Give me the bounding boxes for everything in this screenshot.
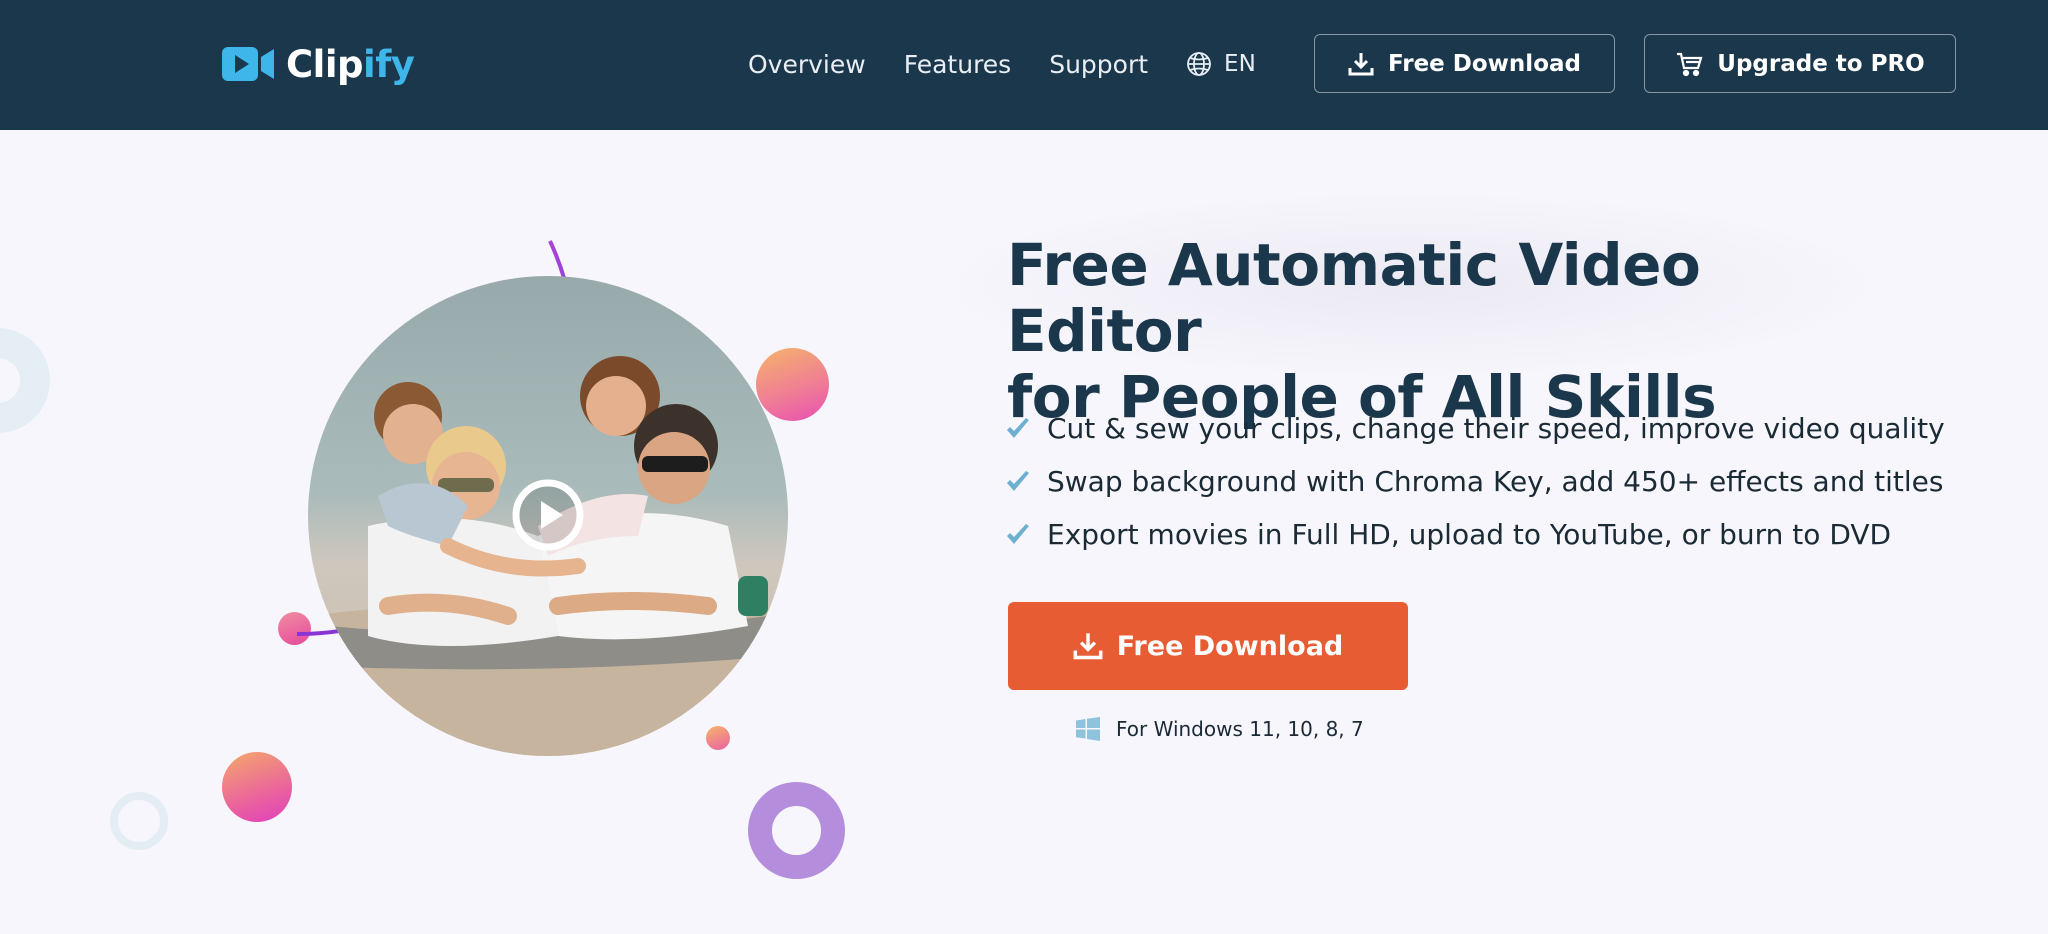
language-selector[interactable]: EN	[1186, 51, 1256, 77]
checkmark-icon	[1007, 417, 1029, 438]
os-compatibility-label: For Windows 11, 10, 8, 7	[1116, 717, 1364, 741]
play-icon[interactable]	[511, 478, 585, 552]
hero-download-label: Free Download	[1116, 630, 1344, 662]
os-compatibility: For Windows 11, 10, 8, 7	[1076, 714, 1364, 744]
video-camera-icon	[222, 47, 274, 81]
language-label: EN	[1224, 51, 1256, 77]
download-icon	[1073, 633, 1103, 660]
decor-ring-small	[110, 792, 168, 850]
feature-text: Swap background with Chroma Key, add 450…	[1047, 465, 1944, 498]
upgrade-pro-button[interactable]: Upgrade to PRO	[1644, 34, 1956, 93]
nav-features[interactable]: Features	[904, 50, 1012, 79]
checkmark-icon	[1007, 470, 1029, 491]
nav-support[interactable]: Support	[1049, 50, 1148, 79]
cart-icon	[1677, 52, 1703, 76]
feature-item: Export movies in Full HD, upload to YouT…	[1005, 508, 1945, 561]
feature-item: Swap background with Chroma Key, add 450…	[1005, 455, 1945, 508]
feature-list: Cut & sew your clips, change their speed…	[1005, 402, 1945, 561]
hero-headline-line1: Free Automatic Video Editor	[1007, 231, 1701, 365]
windows-icon	[1076, 717, 1100, 741]
header-download-label: Free Download	[1388, 50, 1581, 77]
logo-text: Clipify	[286, 42, 415, 86]
hero-headline: Free Automatic Video Editor for People o…	[1007, 232, 1907, 430]
main-nav: Overview Features Support EN	[748, 46, 1256, 82]
upgrade-pro-label: Upgrade to PRO	[1717, 50, 1925, 77]
hero-download-button[interactable]: Free Download	[1008, 602, 1408, 690]
nav-overview[interactable]: Overview	[748, 50, 866, 79]
site-header: Clipify Overview Features Support EN Fre…	[0, 0, 2048, 130]
download-icon	[1348, 52, 1374, 75]
globe-icon	[1187, 52, 1211, 76]
logo[interactable]: Clipify	[222, 40, 415, 88]
feature-item: Cut & sew your clips, change their speed…	[1005, 402, 1945, 455]
decor-ring-left	[0, 328, 50, 433]
feature-text: Export movies in Full HD, upload to YouT…	[1047, 518, 1892, 551]
header-download-button[interactable]: Free Download	[1314, 34, 1615, 93]
checkmark-icon	[1007, 523, 1029, 544]
feature-text: Cut & sew your clips, change their speed…	[1047, 412, 1945, 445]
